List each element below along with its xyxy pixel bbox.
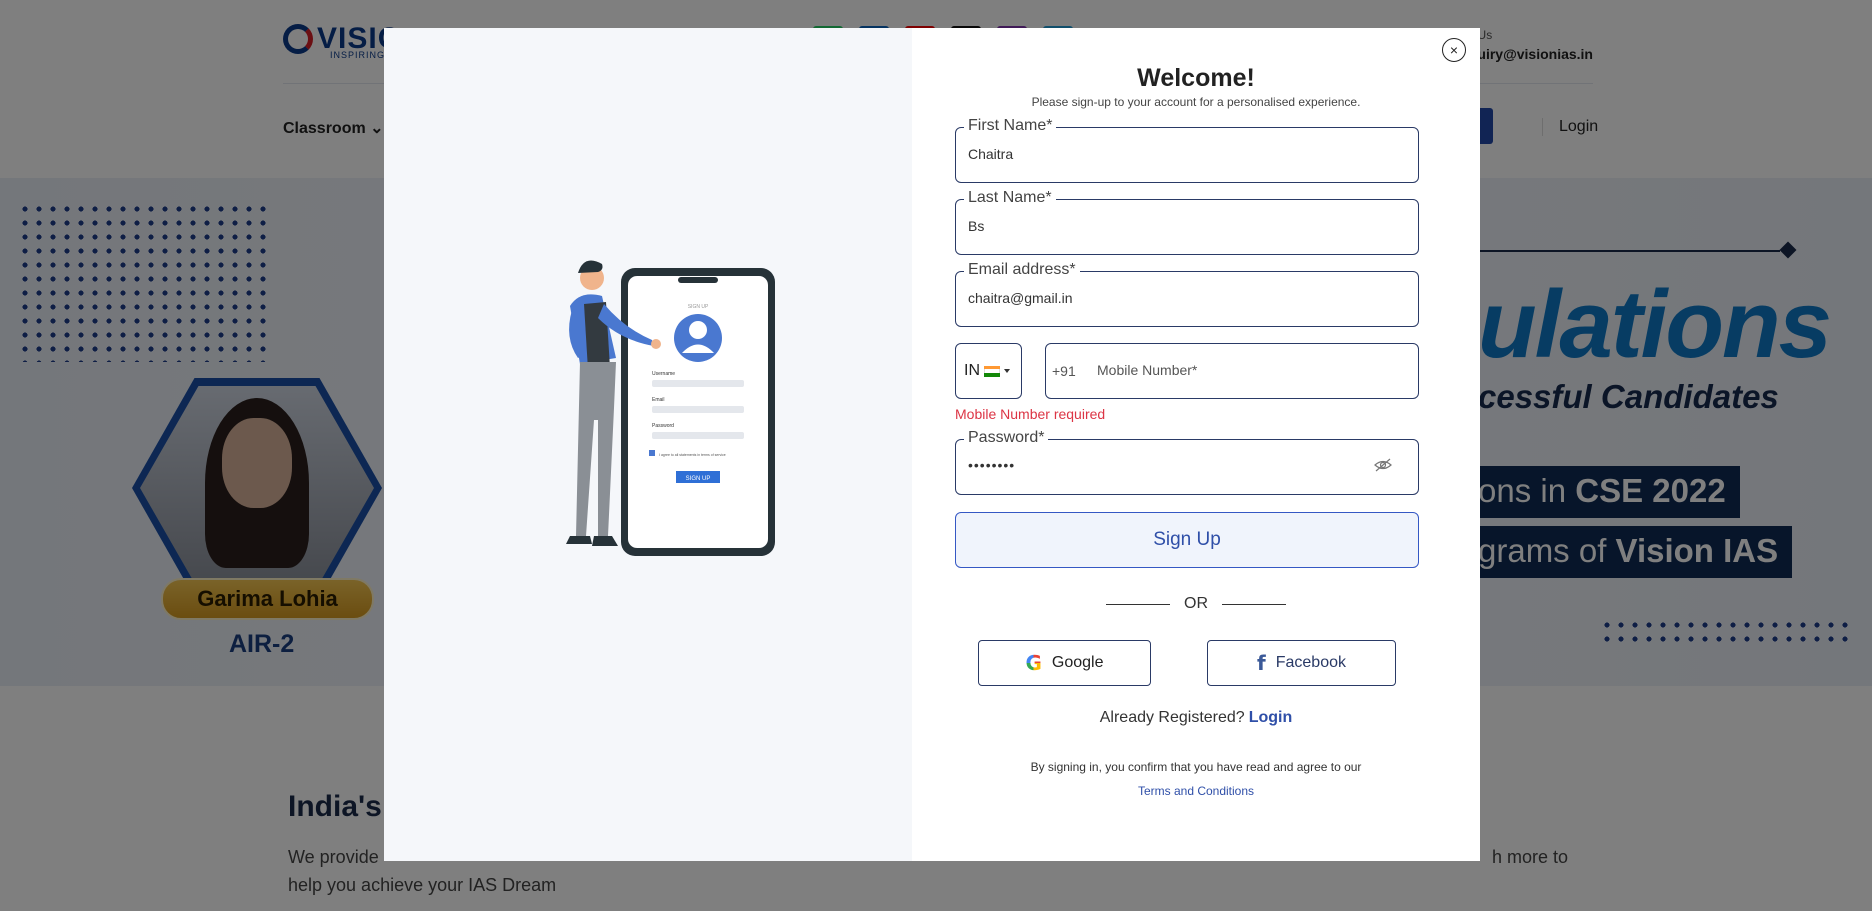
first-name-field[interactable]: First Name* Chaitra [955, 117, 1419, 183]
mobile-error-message: Mobile Number required [955, 406, 1106, 422]
facebook-button-label: Facebook [1275, 654, 1346, 671]
password-label: Password* [964, 429, 1049, 447]
man-hand [651, 339, 661, 349]
or-text: OR [1184, 595, 1208, 612]
illus-password: Password [652, 423, 674, 429]
first-name-value[interactable]: Chaitra [968, 146, 1013, 162]
sign-up-button[interactable]: Sign Up [955, 512, 1419, 568]
signup-form-panel: × Welcome! Please sign-up to your accoun… [912, 28, 1480, 861]
mobile-number-field[interactable]: +91 Mobile Number* [1045, 343, 1419, 399]
man-hair [578, 260, 603, 273]
email-label: Email address* [964, 261, 1080, 279]
divider-line-left [1106, 603, 1170, 605]
divider-line-right [1222, 603, 1286, 605]
illus-agree: I agree to all statements in terms of se… [659, 453, 726, 457]
chevron-down-icon [1004, 369, 1010, 373]
last-name-field[interactable]: Last Name* Bs [955, 189, 1419, 255]
phone-notch [678, 277, 718, 283]
illus-username: Username [652, 371, 675, 377]
modal-subtitle: Please sign-up to your account for a per… [1031, 95, 1361, 109]
facebook-icon: f [1257, 651, 1266, 675]
india-flag-icon [984, 365, 1000, 377]
avatar-head [689, 321, 707, 339]
google-icon: G [1025, 651, 1042, 675]
dial-code: +91 [1052, 363, 1076, 379]
illus-email: Email [652, 397, 665, 403]
last-name-label: Last Name* [964, 189, 1056, 207]
terms-text: By signing in, you confirm that you have… [1030, 760, 1362, 774]
already-registered-text: Already Registered? [1099, 709, 1245, 726]
mobile-number-placeholder[interactable]: Mobile Number* [1097, 362, 1197, 378]
illus-field-1 [652, 380, 744, 387]
country-select[interactable]: IN [955, 343, 1022, 399]
terms-link[interactable]: Terms and Conditions [1138, 784, 1254, 798]
country-code: IN [964, 362, 980, 379]
first-name-label: First Name* [964, 117, 1057, 135]
email-value[interactable]: chaitra@gmail.in [968, 290, 1072, 306]
modal-title: Welcome! [1137, 64, 1255, 92]
facebook-signin-button[interactable]: f Facebook [1207, 640, 1396, 686]
illus-checkbox [649, 450, 655, 456]
already-registered: Already Registered? Login [912, 709, 1480, 727]
illus-signup-label: SIGN UP [686, 476, 711, 482]
man-shoe-2 [592, 536, 618, 546]
password-value[interactable]: •••••••• [968, 457, 1015, 473]
modal-illustration-panel: SIGN UP Username Email Password I agree … [384, 28, 912, 861]
terms-notice: By signing in, you confirm that you have… [912, 755, 1480, 803]
login-link[interactable]: Login [1249, 709, 1293, 726]
man-legs [576, 362, 616, 536]
signup-illustration: SIGN UP Username Email Password I agree … [566, 260, 775, 556]
password-field[interactable]: Password* •••••••• [955, 429, 1419, 495]
eye-off-icon[interactable] [1374, 458, 1392, 472]
illus-field-3 [652, 432, 744, 439]
man-shoe-1 [566, 536, 592, 544]
email-field[interactable]: Email address* chaitra@gmail.in [955, 261, 1419, 327]
or-divider: OR [912, 595, 1480, 613]
illus-field-2 [652, 406, 744, 413]
signup-modal: SIGN UP Username Email Password I agree … [384, 28, 1480, 861]
last-name-value[interactable]: Bs [968, 218, 984, 234]
close-icon[interactable]: × [1442, 38, 1466, 62]
google-signin-button[interactable]: G Google [978, 640, 1151, 686]
google-button-label: Google [1051, 654, 1104, 671]
illus-header: SIGN UP [688, 304, 709, 310]
